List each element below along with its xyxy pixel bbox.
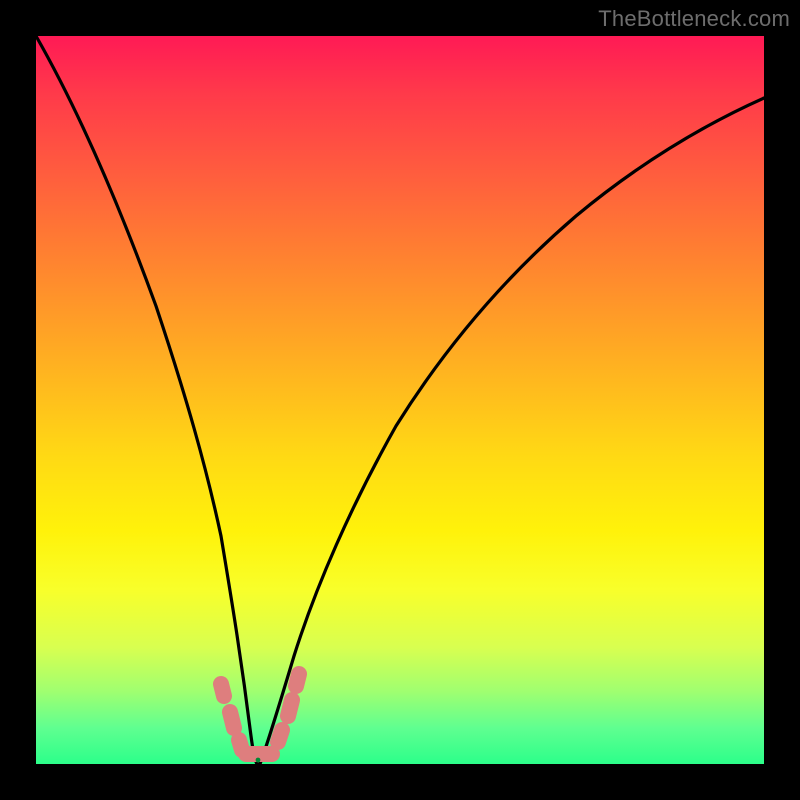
marker-dot [230,712,234,728]
watermark-text: TheBottleneck.com [598,6,790,32]
marker-dot [278,730,282,742]
minimum-marker-cluster [221,674,299,754]
minimum-point [256,758,261,763]
bottleneck-curve [36,36,764,764]
marker-dot [221,684,224,696]
marker-dot [288,700,292,716]
chart-frame: TheBottleneck.com [0,0,800,800]
curve-layer [36,36,764,764]
marker-dot [296,674,299,686]
plot-area [36,36,764,764]
